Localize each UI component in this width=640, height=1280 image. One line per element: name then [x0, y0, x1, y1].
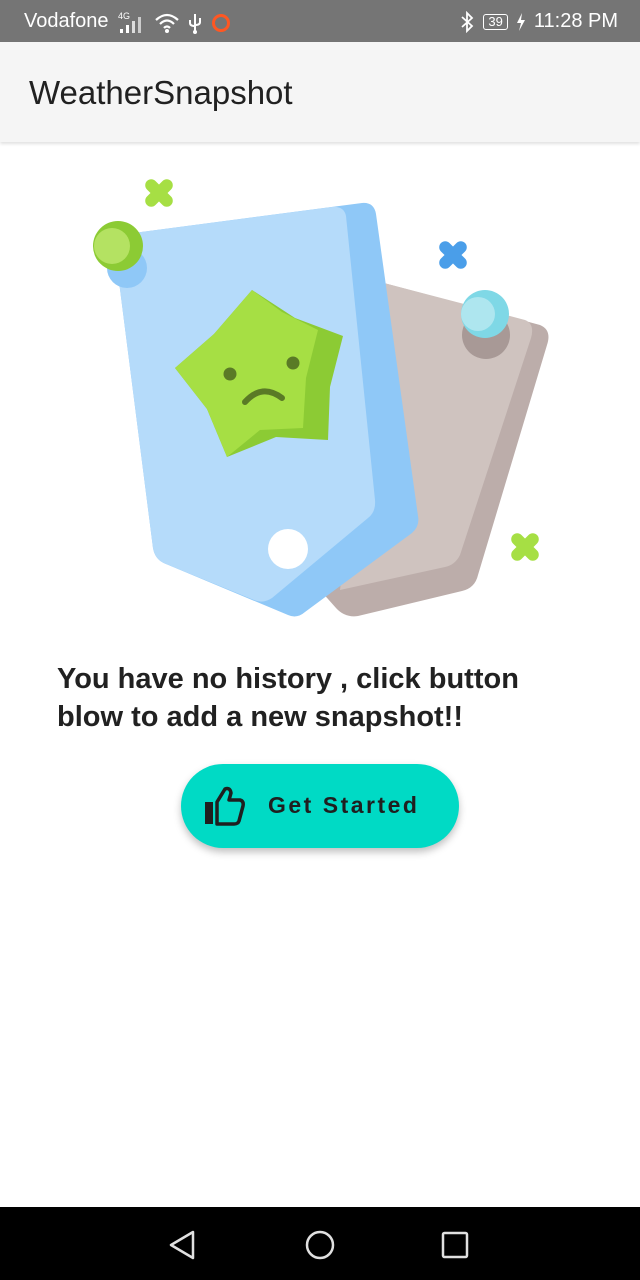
notification-icon [212, 14, 230, 32]
green-cross-bottom [511, 533, 539, 561]
get-started-button[interactable]: Get Started [181, 764, 459, 848]
usb-icon [189, 14, 201, 34]
battery-level: 39 [488, 13, 503, 29]
status-bar: Vodafone 4G 39 11:28 PM [0, 0, 640, 42]
app-title: WeatherSnapshot [29, 74, 293, 111]
back-icon[interactable] [165, 1227, 201, 1263]
sad-star-cards-illustration [93, 179, 549, 617]
wifi-icon [155, 13, 179, 33]
signal-icon: 4G [118, 11, 141, 33]
green-cross-top [145, 179, 173, 207]
battery-icon: 39 [483, 13, 508, 30]
bluetooth-icon [461, 10, 474, 33]
get-started-label: Get Started [268, 792, 420, 818]
network-type-label: 4G [118, 11, 130, 21]
app-bar: WeatherSnapshot [0, 42, 640, 142]
recents-icon[interactable] [437, 1227, 473, 1263]
blue-cross [439, 241, 467, 269]
status-time: 11:28 PM [533, 10, 618, 32]
home-icon[interactable] [302, 1227, 338, 1263]
carrier-label: Vodafone [24, 10, 109, 32]
empty-history-message: You have no history , click button blow … [57, 663, 519, 733]
thumbs-up-icon [205, 786, 245, 826]
charging-icon [516, 12, 525, 31]
status-icons-left: 4G [118, 8, 232, 34]
navigation-bar [0, 1207, 640, 1280]
status-icons-right: 39 11:28 PM [459, 10, 618, 33]
